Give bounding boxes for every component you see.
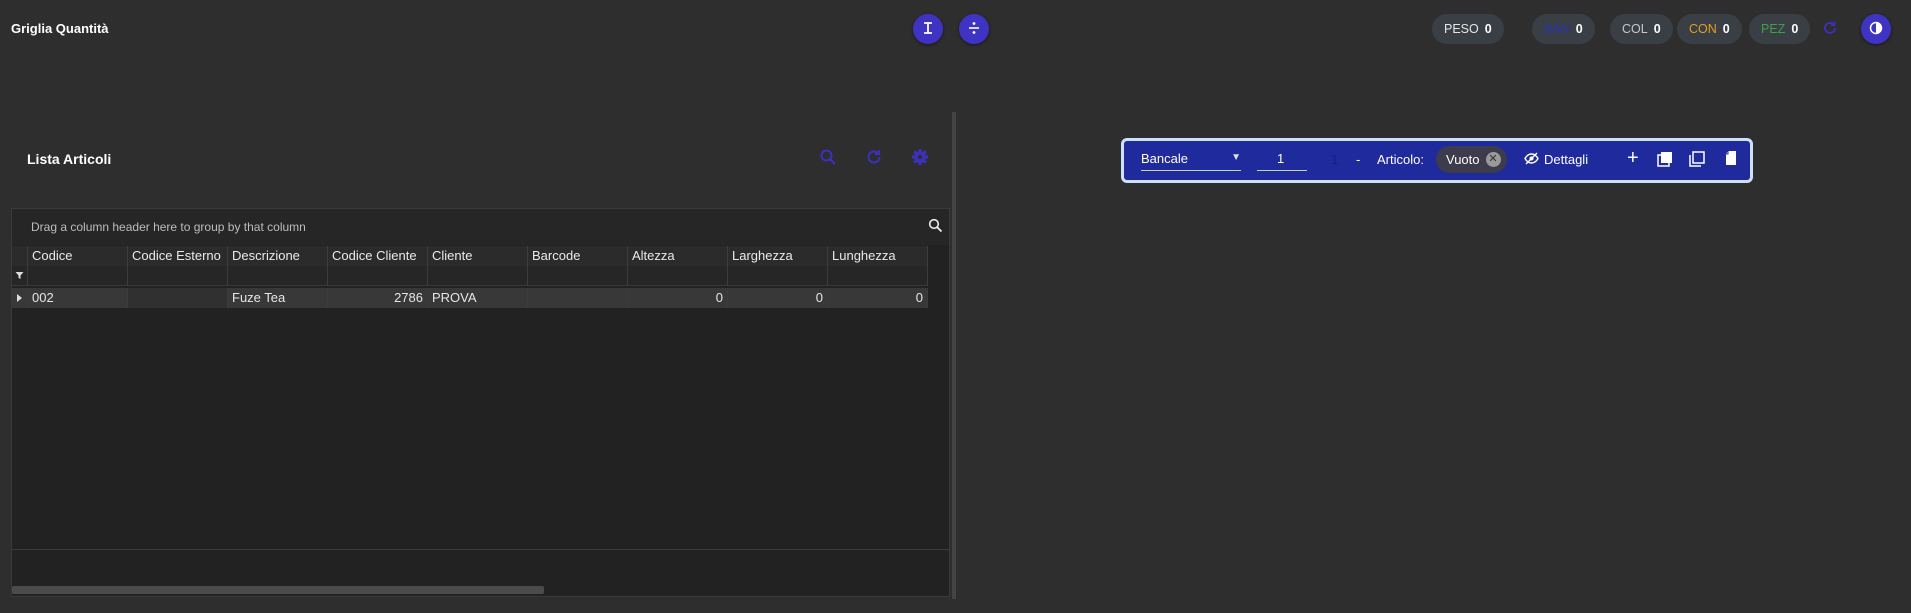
counter-value: 0 [1484,22,1492,36]
group-panel[interactable]: Drag a column header here to group by th… [12,209,949,245]
filter-cell[interactable] [428,266,528,286]
column-header[interactable]: Cliente [428,246,528,266]
quantity-input[interactable]: 1 [1257,151,1307,171]
column-header[interactable]: Codice Cliente [328,246,428,266]
divide-button[interactable] [959,14,989,44]
counter-peso: PESO 0 [1432,14,1504,44]
table-cell [128,288,228,308]
counter-label: PESO [1444,22,1479,36]
counter-pez: PEZ 0 [1749,14,1811,44]
counter-con: CON 0 [1677,14,1742,44]
group-hint: Drag a column header here to group by th… [31,220,306,234]
table-cell: 2786 [328,288,428,308]
counter-col: COL 0 [1610,14,1673,44]
count-value: 1 [1331,152,1339,167]
contrast-icon [1869,21,1883,38]
filter-cell[interactable] [128,266,228,286]
article-chip[interactable]: Vuoto ✕ [1436,146,1507,173]
add-icon[interactable]: + [1627,147,1639,170]
grid-search-icon[interactable] [928,218,943,236]
sync-icon[interactable] [1822,20,1838,40]
text-height-icon [921,21,935,38]
counter-label: COL [1622,22,1648,36]
grid-footer-divider [12,549,949,550]
article-label: Articolo: [1377,152,1424,167]
type-select[interactable]: Bancale ▼ [1141,151,1241,171]
filter-cell[interactable] [628,266,728,286]
counter-value: 0 [1722,22,1730,36]
table-cell: PROVA [428,288,528,308]
article-chip-label: Vuoto [1446,152,1480,167]
text-height-button[interactable] [913,14,943,44]
header-row: Codice Codice Esterno Descrizione Codice… [12,246,928,266]
horizontal-scrollbar[interactable] [12,586,544,594]
filter-row [12,266,928,286]
panel-scrollbar[interactable] [952,112,956,599]
type-select-value: Bancale [1141,151,1188,166]
filter-icon[interactable] [12,266,28,286]
counter-value: 0 [1791,22,1799,36]
filter-cell[interactable] [828,266,928,286]
divide-icon [967,21,981,38]
paste-icon[interactable] [1724,150,1738,171]
column-header[interactable]: Codice [28,246,128,266]
table-row[interactable]: 002 Fuze Tea 2786 PROVA 0 0 0 [12,288,928,308]
counter-ban: BAN 0 [1532,14,1595,44]
counter-value: 0 [1575,22,1583,36]
chevron-down-icon: ▼ [1231,152,1241,163]
filter-cell[interactable] [28,266,128,286]
column-header[interactable]: Barcode [528,246,628,266]
eye-off-icon[interactable] [1524,151,1539,171]
counter-label: CON [1689,22,1717,36]
column-header[interactable]: Larghezza [728,246,828,266]
counter-value: 0 [1653,22,1661,36]
column-header[interactable]: Lunghezza [828,246,928,266]
expand-column-header [12,246,28,266]
separator: - [1356,152,1361,167]
settings-gear-icon[interactable] [911,148,929,171]
search-icon[interactable] [819,148,837,171]
table-cell: 0 [728,288,828,308]
column-header[interactable]: Altezza [628,246,728,266]
filter-cell[interactable] [228,266,328,286]
filter-cell[interactable] [328,266,428,286]
copy-outline-icon[interactable] [1689,151,1705,172]
table-cell [528,288,628,308]
table-cell: 002 [28,288,128,308]
article-toolbar: Bancale ▼ 1 1 - Articolo: Vuoto ✕ Dettag… [1121,138,1753,183]
counter-label: PEZ [1761,22,1786,36]
panel-title: Lista Articoli [27,151,112,167]
column-header[interactable]: Codice Esterno [128,246,228,266]
clear-icon[interactable]: ✕ [1485,152,1501,167]
filter-cell[interactable] [528,266,628,286]
data-grid: Drag a column header here to group by th… [11,208,950,597]
quantity-value: 1 [1277,151,1285,166]
theme-toggle-button[interactable] [1861,14,1891,44]
refresh-icon[interactable] [865,148,883,171]
column-header[interactable]: Descrizione [228,246,328,266]
expand-row-icon[interactable] [12,288,28,308]
table-cell: 0 [628,288,728,308]
details-button[interactable]: Dettagli [1544,152,1588,167]
app-title: Griglia Quantità [11,21,109,36]
filter-cell[interactable] [728,266,828,286]
counter-label: BAN [1544,22,1570,36]
table-cell: Fuze Tea [228,288,328,308]
copy-filled-icon[interactable] [1657,151,1673,172]
table-cell: 0 [828,288,928,308]
